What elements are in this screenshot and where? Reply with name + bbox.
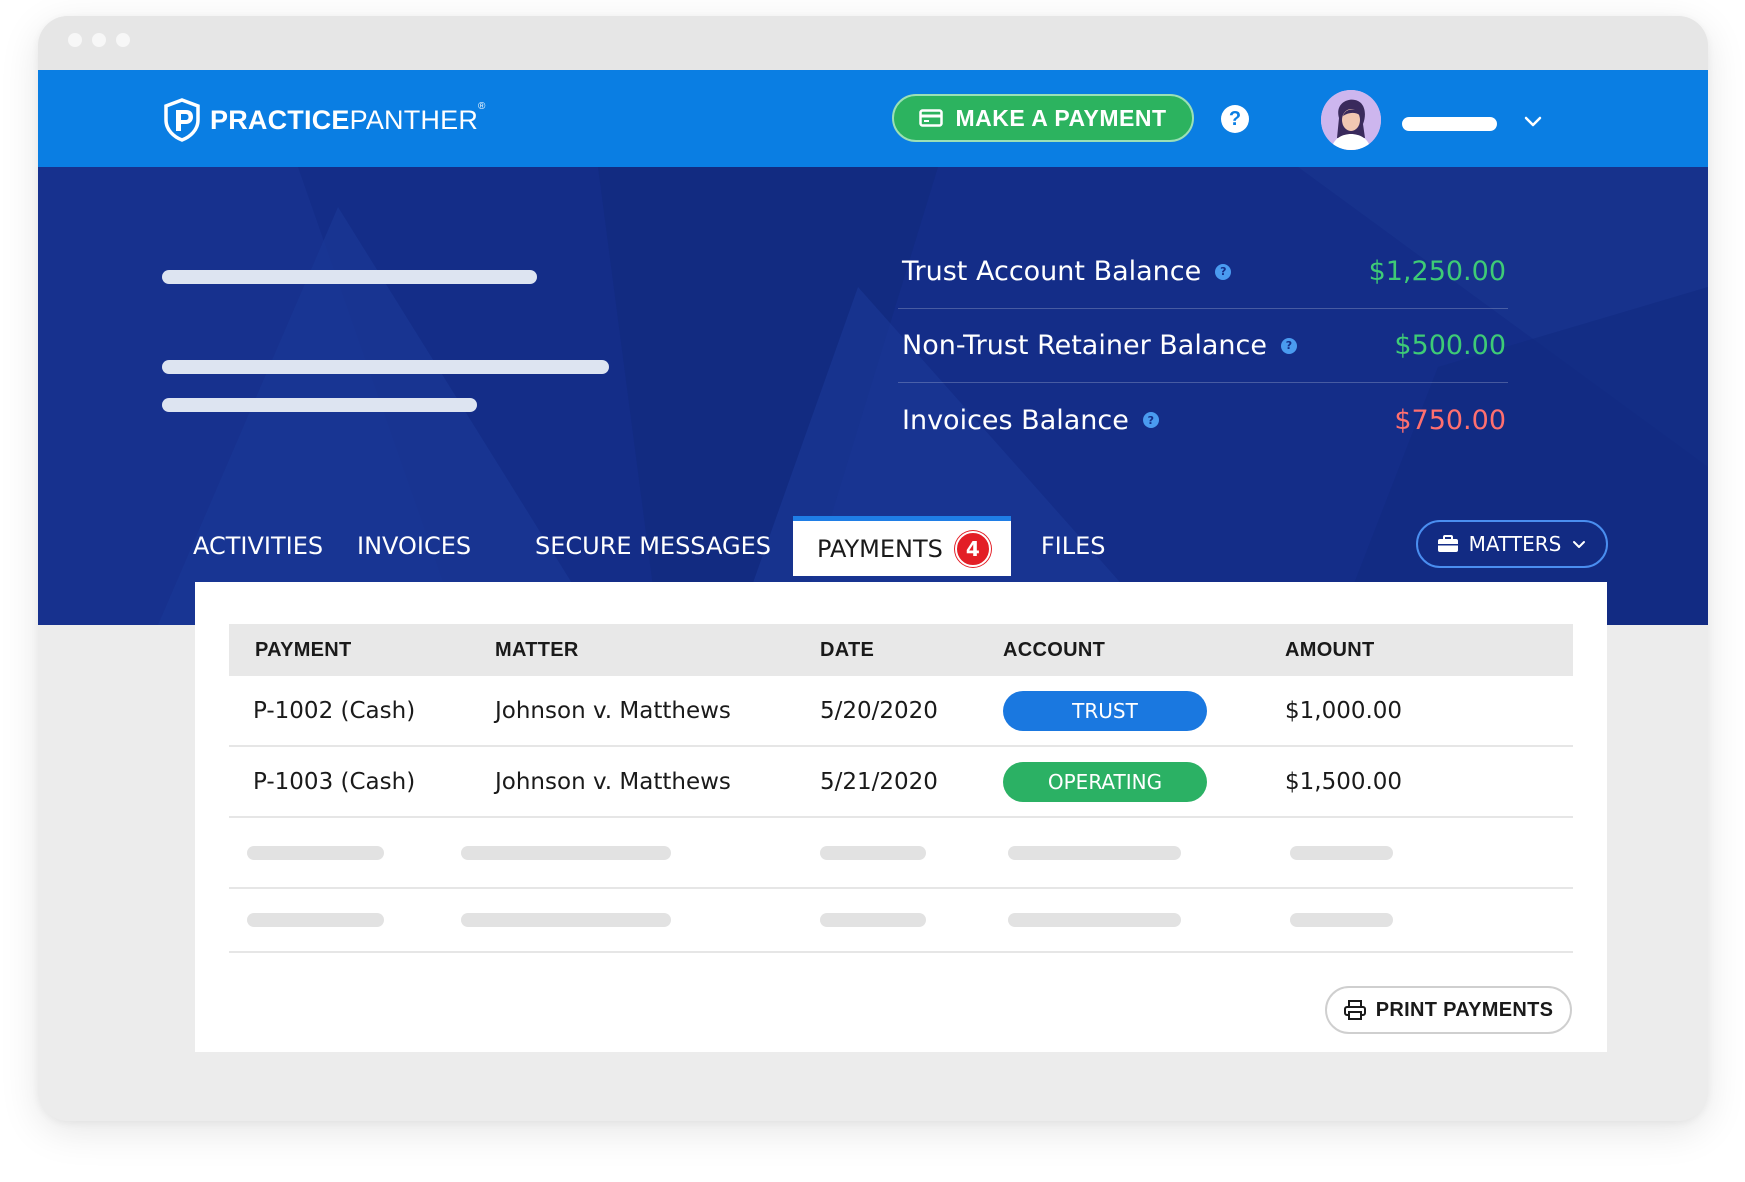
panther-shield-icon xyxy=(164,98,200,142)
tab-payments[interactable]: PAYMENTS 4 xyxy=(793,516,1011,576)
skeleton-cell xyxy=(1271,913,1393,927)
tab-payments-label: PAYMENTS xyxy=(817,534,943,563)
chevron-down-icon[interactable] xyxy=(1522,110,1544,132)
brand-logo[interactable]: PRACTICEPANTHER® xyxy=(162,98,486,142)
user-portrait xyxy=(1321,90,1381,150)
column-header[interactable]: AMOUNT xyxy=(1271,639,1375,662)
window-dot xyxy=(116,33,130,47)
browser-window: PRACTICEPANTHER® MAKE A PAYMENT ? Trust … xyxy=(38,16,1708,1121)
tab-secure-messages[interactable]: SECURE MESSAGES xyxy=(535,516,793,576)
retainer-balance-row: Non-Trust Retainer Balance ? $500.00 xyxy=(898,309,1508,383)
browser-chrome xyxy=(38,16,1708,70)
tab-activities[interactable]: ACTIVITIES xyxy=(193,516,357,576)
make-payment-button[interactable]: MAKE A PAYMENT xyxy=(892,94,1194,142)
matters-dropdown[interactable]: MATTERS xyxy=(1416,520,1608,568)
account-badge-operating: OPERATING xyxy=(1003,761,1207,802)
balance-label-text: Invoices Balance xyxy=(902,404,1129,436)
window-dot xyxy=(68,33,82,47)
column-header[interactable]: PAYMENT xyxy=(229,639,469,662)
window-dot xyxy=(92,33,106,47)
tab-files[interactable]: FILES xyxy=(1011,516,1106,576)
print-payments-label: PRINT PAYMENTS xyxy=(1375,998,1554,1021)
help-icon[interactable]: ? xyxy=(1221,105,1249,133)
skeleton-row xyxy=(229,889,1573,953)
retainer-balance-value: $500.00 xyxy=(1394,330,1506,361)
payment-date: 5/21/2020 xyxy=(820,768,938,795)
skeleton-cell xyxy=(981,845,1271,860)
payment-amount: $1,000.00 xyxy=(1285,697,1403,724)
skeleton-cell xyxy=(461,845,794,860)
skeleton-cell xyxy=(1271,845,1393,860)
trust-balance-row: Trust Account Balance ? $1,250.00 xyxy=(898,235,1508,309)
account-cell: OPERATING xyxy=(981,761,1271,802)
briefcase-icon xyxy=(1437,535,1458,552)
payment-date: 5/20/2020 xyxy=(820,697,938,724)
client-detail-placeholder xyxy=(162,398,477,412)
info-icon[interactable]: ? xyxy=(1280,337,1297,354)
matters-label: MATTERS xyxy=(1468,532,1562,556)
payment-amount: $1,500.00 xyxy=(1285,768,1403,795)
skeleton-row xyxy=(229,818,1573,889)
skeleton-cell xyxy=(461,913,794,927)
matter-name[interactable]: Johnson v. Matthews xyxy=(469,698,794,724)
info-icon[interactable]: ? xyxy=(1142,412,1159,428)
column-header[interactable]: MATTER xyxy=(469,639,794,662)
payment-id: P-1002 (Cash) xyxy=(253,697,416,724)
skeleton-cell xyxy=(229,845,469,860)
notification-badge: 4 xyxy=(954,530,991,567)
client-name-placeholder xyxy=(162,270,537,284)
make-payment-label: MAKE A PAYMENT xyxy=(955,104,1167,131)
portal-tabs: ACTIVITIES INVOICES SECURE MESSAGES PAYM… xyxy=(193,516,1106,576)
trust-balance-value: $1,250.00 xyxy=(1368,256,1506,287)
table-header: PAYMENT MATTER DATE ACCOUNT AMOUNT xyxy=(229,624,1573,676)
payments-panel: PAYMENT MATTER DATE ACCOUNT AMOUNT P-100… xyxy=(195,582,1607,1052)
avatar[interactable] xyxy=(1321,90,1381,150)
table-row[interactable]: P-1003 (Cash) Johnson v. Matthews 5/21/2… xyxy=(229,747,1573,818)
account-cell: TRUST xyxy=(981,690,1271,731)
table-row[interactable]: P-1002 (Cash) Johnson v. Matthews 5/20/2… xyxy=(229,676,1573,747)
payments-table: PAYMENT MATTER DATE ACCOUNT AMOUNT P-100… xyxy=(229,624,1573,953)
skeleton-cell xyxy=(229,913,469,927)
chevron-down-icon xyxy=(1573,541,1586,548)
matter-name[interactable]: Johnson v. Matthews xyxy=(469,769,794,795)
column-header[interactable]: ACCOUNT xyxy=(981,639,1271,662)
balances-summary: Trust Account Balance ? $1,250.00 Non-Tr… xyxy=(898,235,1508,457)
payment-id: P-1003 (Cash) xyxy=(253,768,416,795)
top-navbar: PRACTICEPANTHER® MAKE A PAYMENT ? xyxy=(38,70,1708,167)
printer-icon xyxy=(1343,1000,1366,1020)
skeleton-cell xyxy=(794,913,981,927)
credit-card-icon xyxy=(919,109,944,127)
trust-balance-label: Trust Account Balance ? xyxy=(898,256,1232,287)
invoices-balance-value: $750.00 xyxy=(1394,404,1506,436)
print-payments-button[interactable]: PRINT PAYMENTS xyxy=(1325,986,1572,1034)
balance-label-text: Trust Account Balance xyxy=(902,256,1202,287)
info-icon[interactable]: ? xyxy=(1215,263,1232,280)
username-placeholder xyxy=(1402,117,1497,131)
column-header[interactable]: DATE xyxy=(794,639,981,662)
invoices-balance-row: Invoices Balance ? $750.00 xyxy=(898,383,1508,457)
brand-wordmark: PRACTICEPANTHER® xyxy=(210,100,486,135)
skeleton-cell xyxy=(794,845,981,860)
balance-label-text: Non-Trust Retainer Balance xyxy=(902,330,1267,361)
account-badge-trust: TRUST xyxy=(1003,690,1207,731)
invoices-balance-label: Invoices Balance ? xyxy=(898,405,1159,436)
client-detail-placeholder xyxy=(162,360,609,374)
skeleton-cell xyxy=(981,913,1271,927)
retainer-balance-label: Non-Trust Retainer Balance ? xyxy=(898,330,1297,361)
tab-invoices[interactable]: INVOICES xyxy=(357,516,535,576)
